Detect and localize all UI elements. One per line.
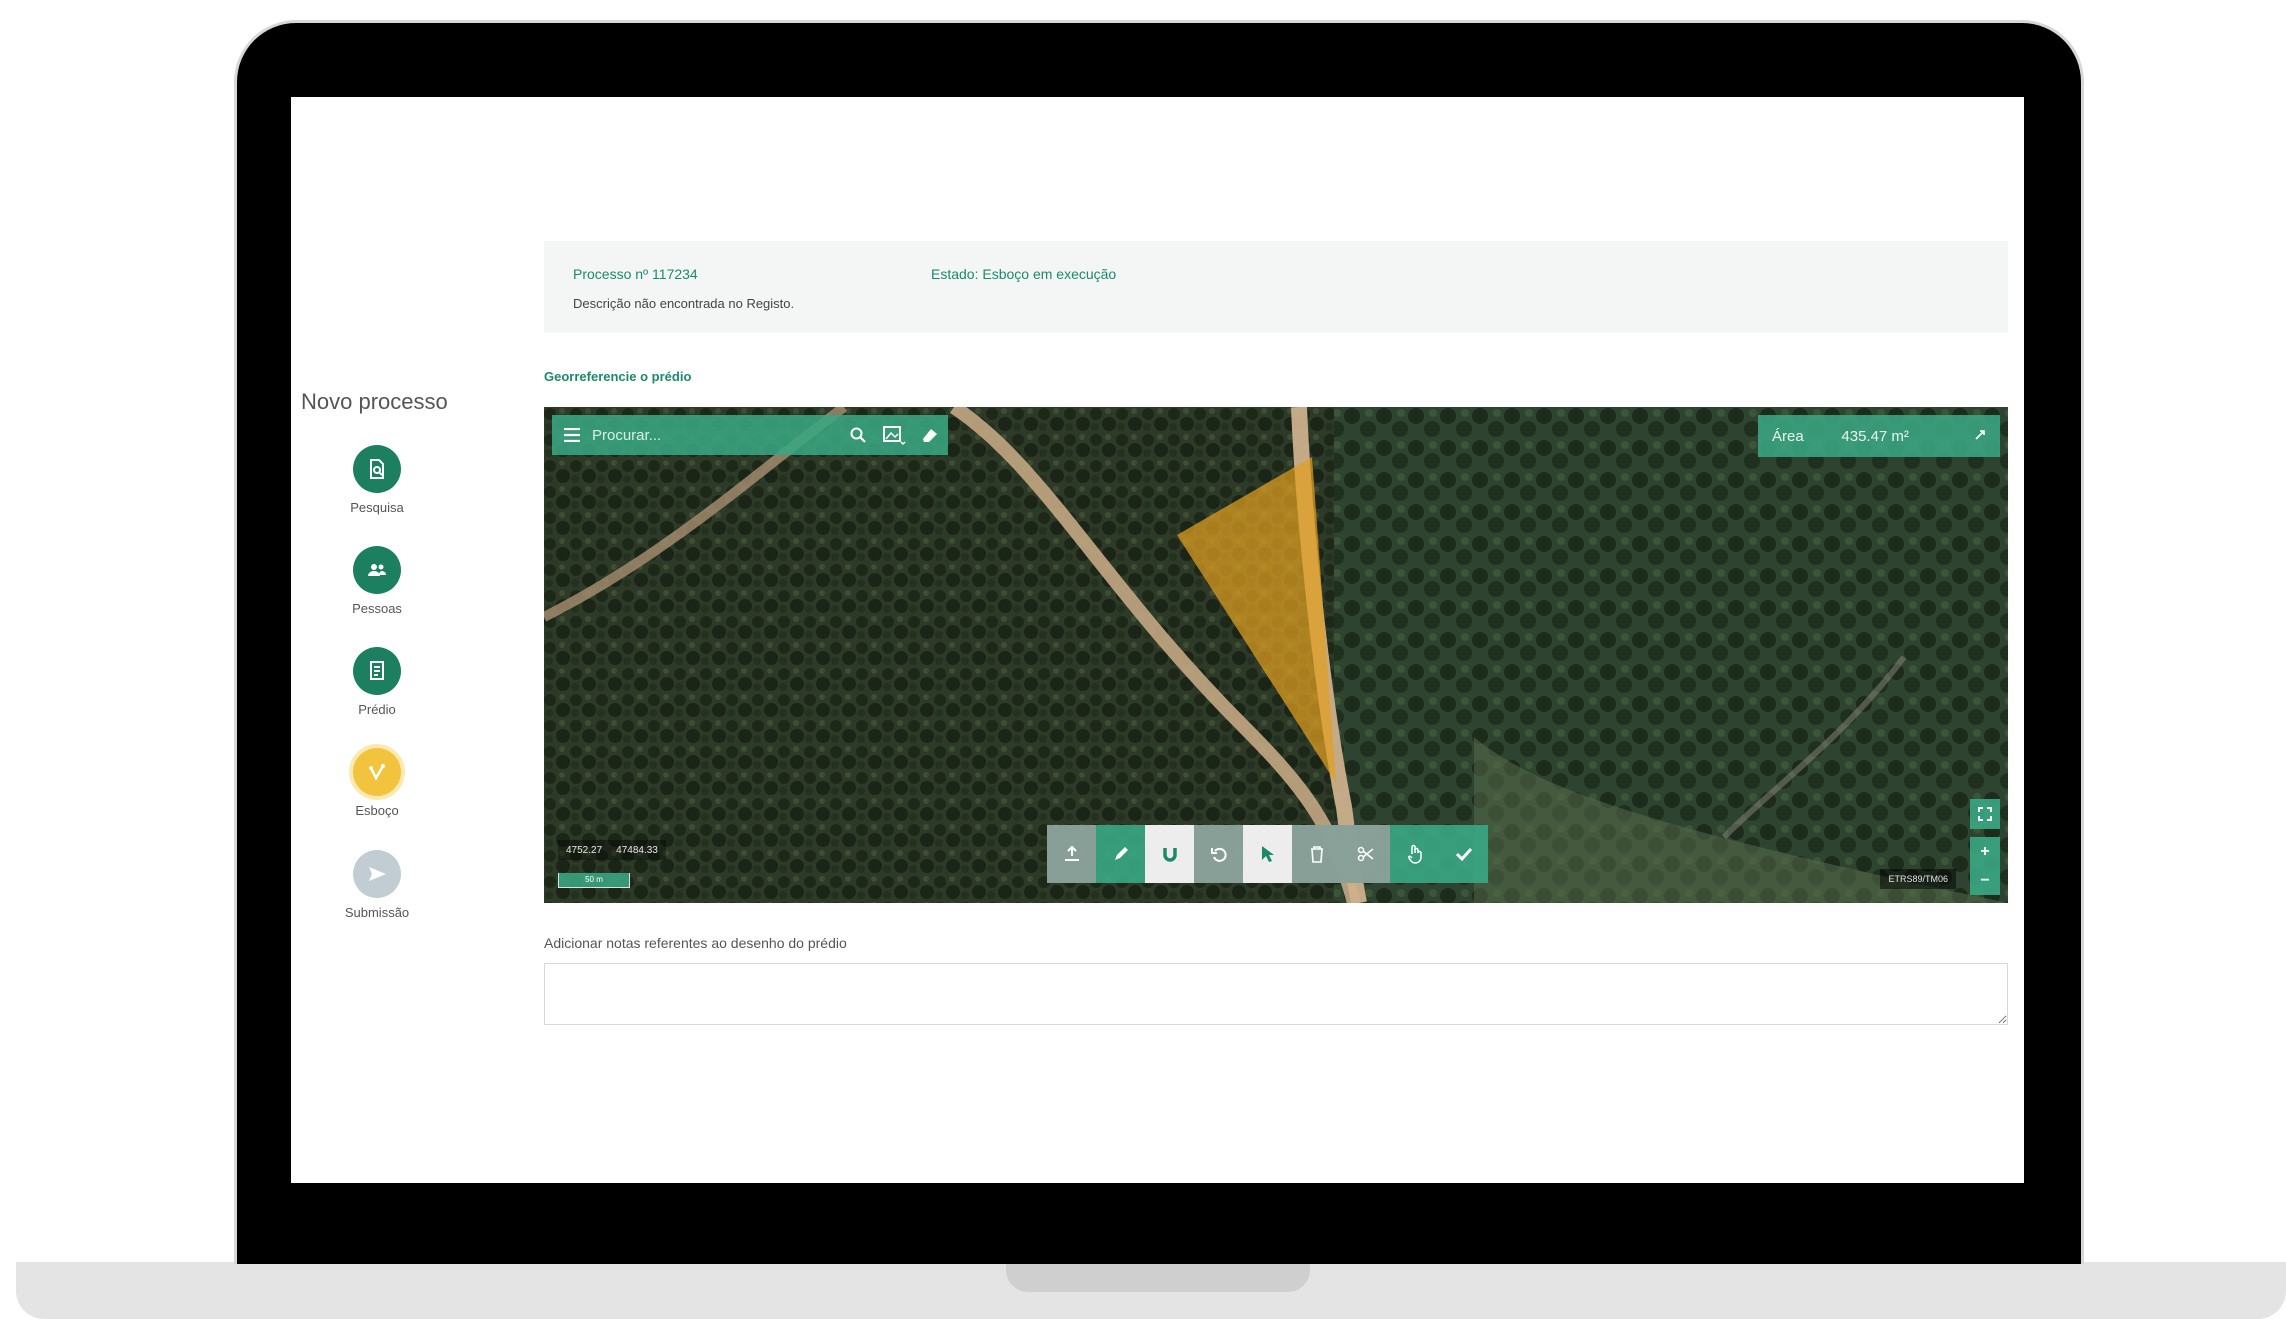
map-search-bar: Procurar... [552,415,948,455]
area-value: 435.47 m² [1841,427,1909,445]
magnet-icon[interactable] [1145,825,1194,883]
step-esboco[interactable]: Esboço [317,748,437,818]
undo-icon[interactable] [1194,825,1243,883]
step-predio[interactable]: Prédio [317,647,437,717]
coord-y: 47484.33 [616,844,658,856]
zoom-control: + − [1970,837,2000,895]
search-icon[interactable] [840,415,876,455]
expand-icon[interactable] [1960,428,2000,445]
menu-icon[interactable] [552,415,592,455]
trash-icon[interactable] [1292,825,1341,883]
sidebar-title: Novo processo [301,389,448,414]
area-label: Área [1772,427,1804,445]
eraser-icon[interactable] [912,415,948,455]
scissors-icon[interactable] [1341,825,1390,883]
notes-textarea[interactable] [544,963,2008,1025]
people-icon [353,546,401,594]
screen: Processo nº 117234 Estado: Esboço em exe… [291,97,2024,1183]
map-section-title: Georreferencie o prédio [544,369,692,384]
step-pesquisa[interactable]: Pesquisa [317,445,437,515]
crs-label: ETRS89/TM06 [1880,869,1956,889]
step-label: Pessoas [352,601,402,616]
cursor-coordinates: 4752.27 47484.33 [558,840,666,860]
check-icon[interactable] [1439,825,1488,883]
zoom-out-button[interactable]: − [1970,866,2000,895]
document-search-icon [353,445,401,493]
coord-x: 4752.27 [566,844,603,856]
process-state: Estado: Esboço em execução [931,266,1117,282]
scale-bar: 50 m [558,873,630,888]
fullscreen-icon[interactable] [1970,799,2000,829]
step-label: Pesquisa [350,500,404,515]
step-label: Esboço [355,803,399,818]
notes-label: Adicionar notas referentes ao desenho do… [544,935,847,951]
process-number: Processo nº 117234 [573,266,698,282]
document-icon [353,647,401,695]
sketch-icon [353,748,401,796]
pencil-icon[interactable] [1096,825,1145,883]
process-description: Descrição não encontrada no Registo. [573,296,795,311]
step-label: Submissão [344,905,410,920]
layers-icon[interactable] [876,415,912,455]
step-pessoas[interactable]: Pessoas [317,546,437,616]
drawing-toolbar [1047,825,1488,883]
cursor-icon[interactable] [1243,825,1292,883]
process-info-bar: Processo nº 117234 Estado: Esboço em exe… [544,241,2008,333]
zoom-in-button[interactable]: + [1970,837,2000,866]
upload-icon[interactable] [1047,825,1096,883]
step-submissao[interactable]: Submissão [317,850,437,920]
hand-icon[interactable] [1390,825,1439,883]
map-view[interactable]: Procurar... Área 435.47 m² 4752.27 47484… [544,407,2008,903]
map-search-input[interactable]: Procurar... [592,427,840,444]
laptop-notch [1006,1262,1310,1292]
send-icon [353,850,401,898]
step-label: Prédio [358,702,396,717]
area-display: Área 435.47 m² [1758,415,2000,457]
